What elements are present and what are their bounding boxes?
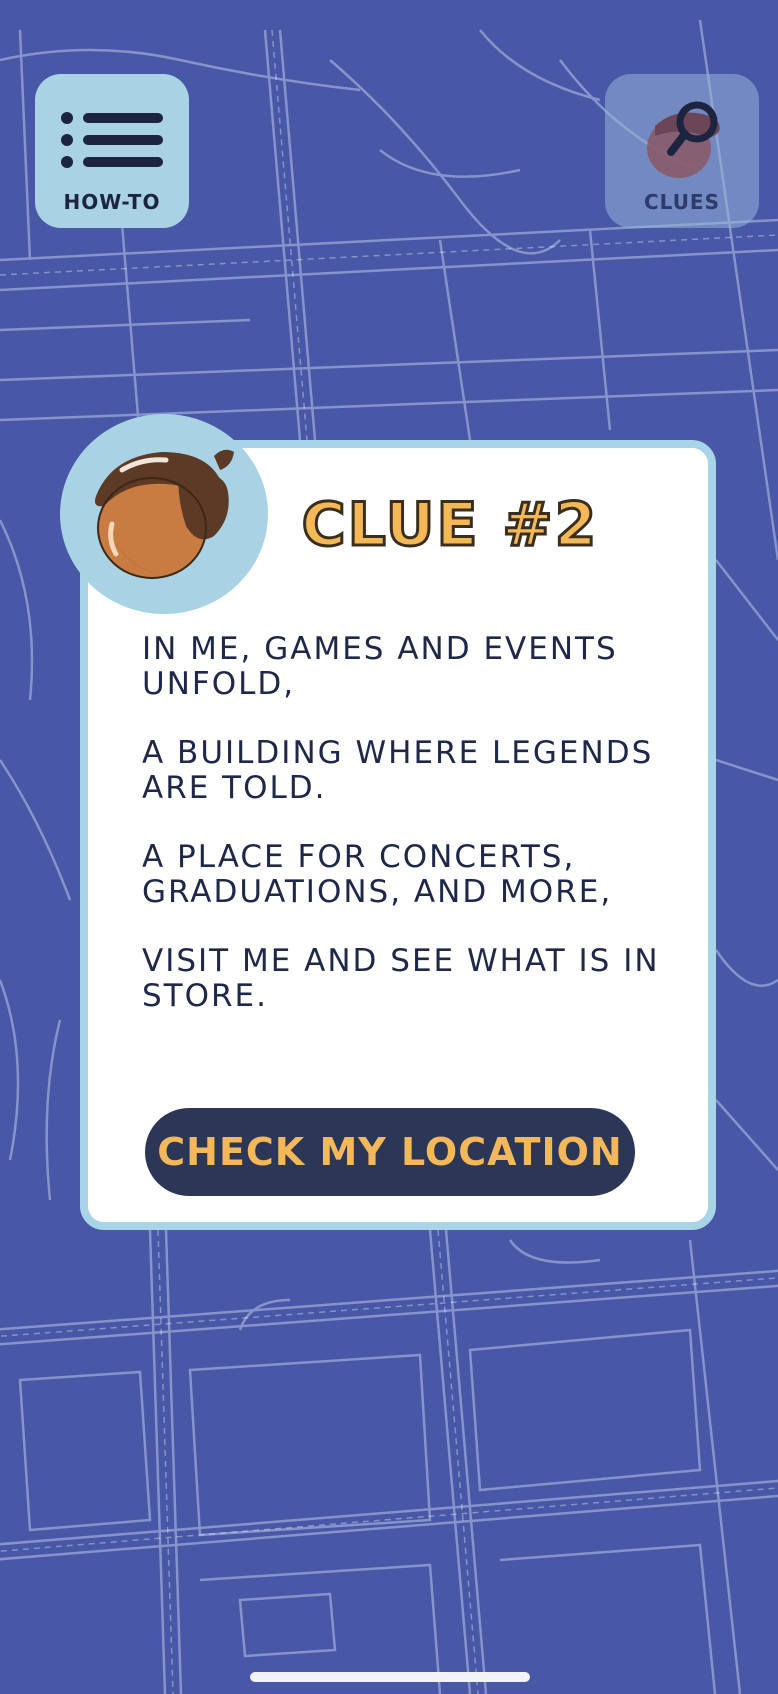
acorn-magnifier-icon xyxy=(647,101,720,178)
clue-line-1: IN ME, GAMES AND EVENTS UNFOLD, xyxy=(142,631,618,702)
map-screen: HOW-TO CLUES CLUE #2 IN ME, GAMES AND EV… xyxy=(0,0,778,1694)
howto-label: HOW-TO xyxy=(63,190,161,214)
clue-line-3: A PLACE FOR CONCERTS, GRADUATIONS, AND M… xyxy=(142,839,613,910)
howto-button[interactable]: HOW-TO xyxy=(35,74,189,228)
acorn-badge xyxy=(60,414,268,614)
clue-title: CLUE #2 xyxy=(300,489,599,562)
clue-text: IN ME, GAMES AND EVENTS UNFOLD, A BUILDI… xyxy=(142,632,682,1048)
home-indicator[interactable] xyxy=(250,1672,530,1682)
acorn-icon xyxy=(95,449,234,579)
list-icon xyxy=(61,112,163,168)
clue-line-2: A BUILDING WHERE LEGENDS ARE TOLD. xyxy=(142,735,654,806)
clues-button[interactable]: CLUES xyxy=(605,74,759,228)
clues-label: CLUES xyxy=(643,190,720,214)
clue-line-4: VISIT ME AND SEE WHAT IS IN STORE. xyxy=(142,943,660,1014)
check-location-button[interactable]: CHECK MY LOCATION xyxy=(145,1108,635,1196)
